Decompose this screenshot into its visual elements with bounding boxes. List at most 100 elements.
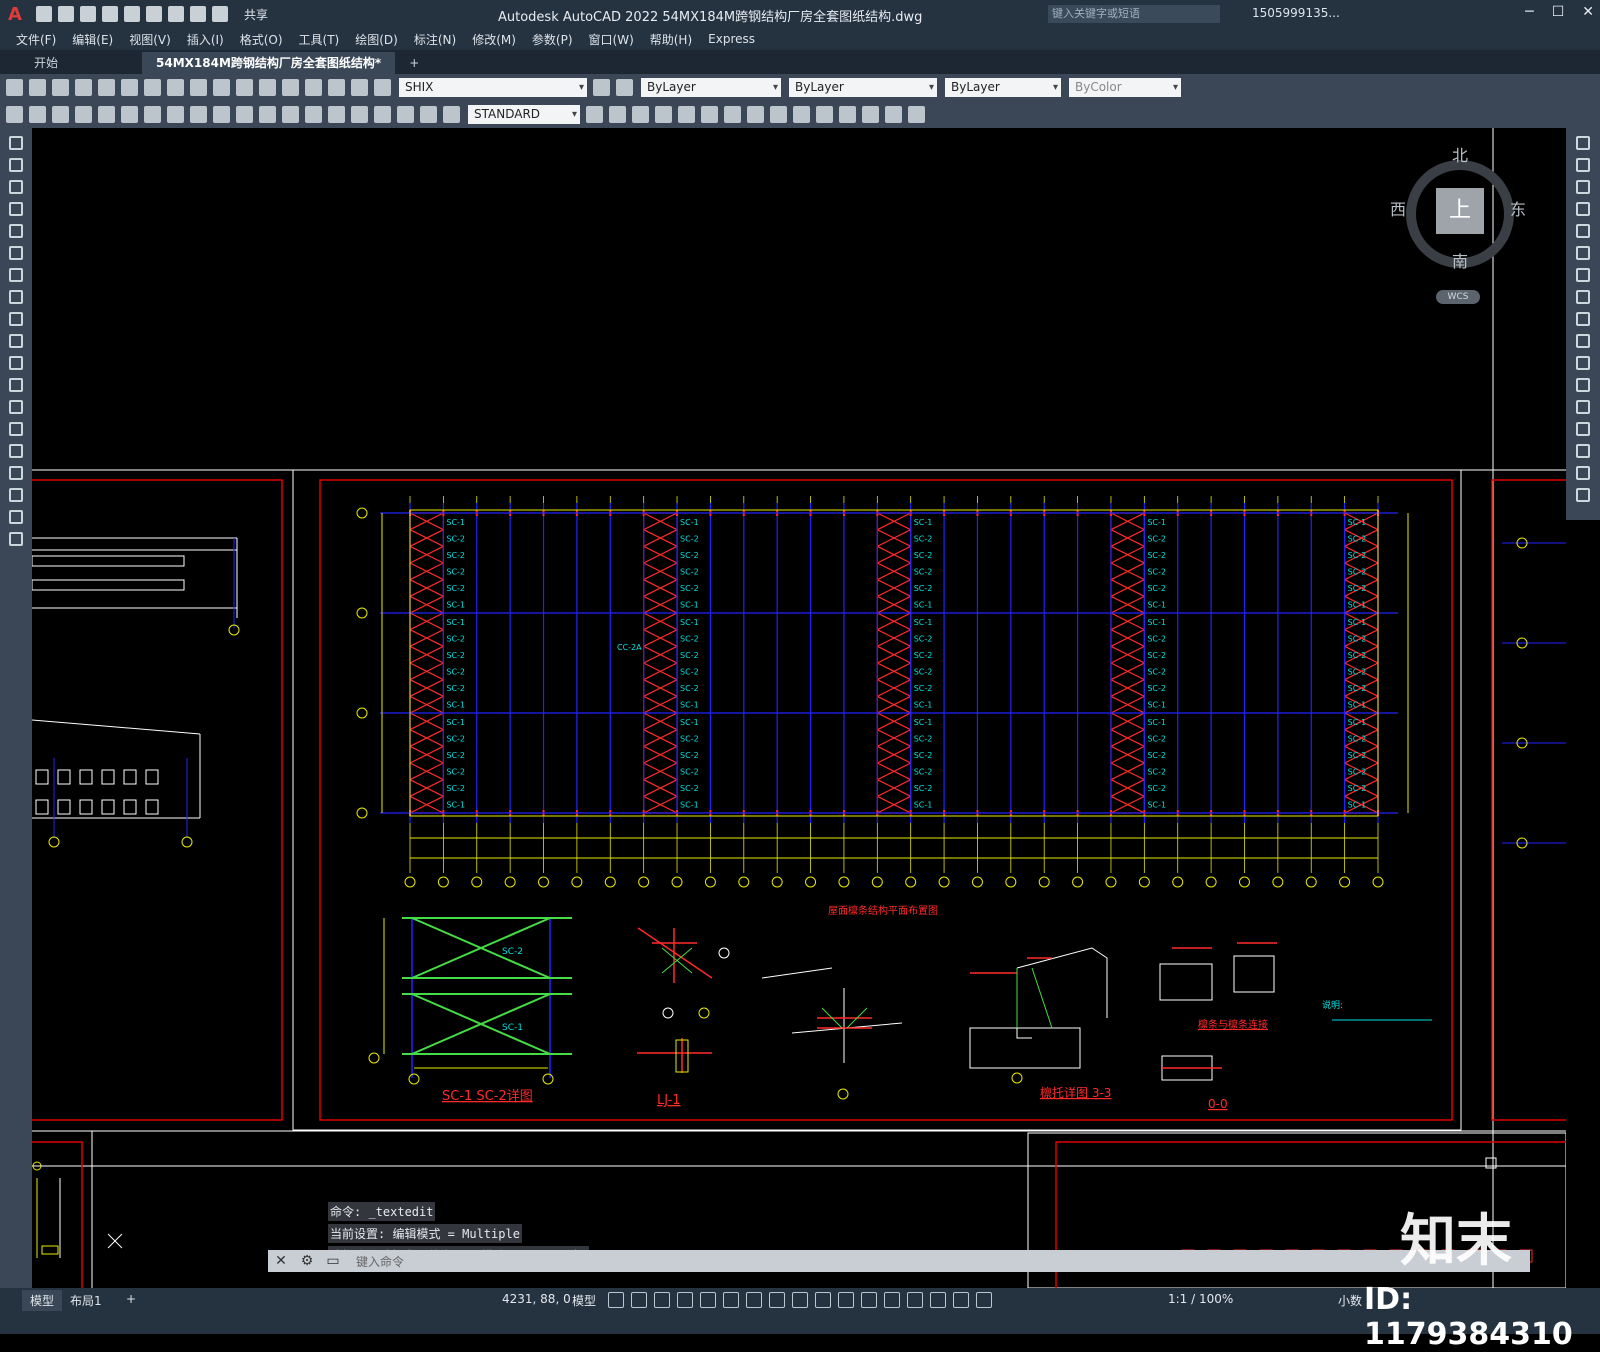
menu-dimension[interactable]: 标注(N) — [414, 31, 456, 48]
close-icon[interactable]: ✕ — [268, 1253, 294, 1269]
lineweight-dropdown[interactable]: ByLayer — [945, 77, 1061, 97]
minimize-button[interactable]: ─ — [1525, 4, 1533, 20]
rotate-icon[interactable] — [1576, 268, 1590, 282]
search-input[interactable]: 键入关键字或短语 — [1048, 5, 1220, 23]
torus-icon[interactable] — [724, 105, 741, 123]
model-space-button[interactable]: 模型 — [572, 1292, 596, 1309]
menu-help[interactable]: 帮助(H) — [650, 31, 692, 48]
dimstyle-icon[interactable] — [586, 105, 603, 123]
new-icon[interactable] — [6, 78, 23, 96]
box-icon[interactable] — [609, 105, 626, 123]
space-icon[interactable] — [259, 105, 276, 123]
viewcube-east[interactable]: 东 — [1510, 196, 1526, 220]
xline-icon[interactable] — [9, 158, 23, 172]
coordinates-readout[interactable]: 4231, 88, 0 — [502, 1292, 571, 1306]
tab-layout1[interactable]: 布局1 — [62, 1290, 110, 1311]
cut-icon[interactable] — [121, 78, 138, 96]
layer-state-icon[interactable] — [616, 78, 633, 96]
selection-filter-icon[interactable] — [884, 1292, 900, 1308]
render-icon[interactable] — [908, 105, 925, 123]
copy-icon[interactable] — [144, 78, 161, 96]
menu-file[interactable]: 文件(F) — [16, 31, 56, 48]
menu-parametric[interactable]: 参数(P) — [532, 31, 573, 48]
viewcube-top-face[interactable]: 上 — [1436, 188, 1484, 234]
arc-icon[interactable] — [9, 246, 23, 260]
linear-dim-icon[interactable] — [6, 105, 23, 123]
tab-drawing[interactable]: 54MX184M跨钢结构厂房全套图纸结构* — [142, 52, 396, 74]
undo-icon[interactable] — [213, 78, 230, 96]
pan-icon[interactable] — [259, 78, 276, 96]
menu-format[interactable]: 格式(O) — [240, 31, 283, 48]
center-mark-icon[interactable] — [328, 105, 345, 123]
aligned-dim-icon[interactable] — [29, 105, 46, 123]
jogged-linear-icon[interactable] — [374, 105, 391, 123]
slice-icon[interactable] — [793, 105, 810, 123]
spline-icon[interactable] — [9, 312, 23, 326]
redo-icon[interactable] — [236, 78, 253, 96]
line-icon[interactable] — [9, 136, 23, 150]
rectangle-icon[interactable] — [9, 224, 23, 238]
tab-add-layout[interactable]: + — [118, 1290, 144, 1308]
menu-edit[interactable]: 编辑(E) — [72, 31, 113, 48]
annotation-scale[interactable]: 1:1 / 100% — [1168, 1292, 1233, 1306]
ortho-icon[interactable] — [654, 1292, 670, 1308]
menu-draw[interactable]: 绘图(D) — [355, 31, 398, 48]
color-dropdown[interactable]: ByLayer — [641, 77, 781, 97]
diameter-icon[interactable] — [144, 105, 161, 123]
menu-insert[interactable]: 插入(I) — [187, 31, 224, 48]
edit-text-icon[interactable] — [420, 105, 437, 123]
publish-icon[interactable] — [124, 6, 140, 22]
dynamic-ucs-icon[interactable] — [861, 1292, 877, 1308]
blend-icon[interactable] — [1576, 466, 1590, 480]
inspect-icon[interactable] — [351, 105, 368, 123]
grid-icon[interactable] — [608, 1292, 624, 1308]
transparency-icon[interactable] — [792, 1292, 808, 1308]
revcloud-icon[interactable] — [9, 290, 23, 304]
array-icon[interactable] — [1576, 224, 1590, 238]
lineweight-icon[interactable] — [769, 1292, 785, 1308]
layer-dropdown[interactable]: SHIX — [399, 77, 587, 97]
quick-dim-icon[interactable] — [190, 105, 207, 123]
close-button[interactable]: ✕ — [1582, 4, 1594, 20]
scale-icon[interactable] — [1576, 290, 1590, 304]
fillet-icon[interactable] — [1576, 444, 1590, 458]
snap-icon[interactable] — [631, 1292, 647, 1308]
wcs-menu[interactable]: WCS — [1436, 290, 1480, 304]
save-as-icon[interactable] — [102, 6, 118, 22]
arc-length-icon[interactable] — [52, 105, 69, 123]
circle-icon[interactable] — [9, 268, 23, 282]
new-icon[interactable] — [36, 6, 52, 22]
chamfer-icon[interactable] — [1576, 422, 1590, 436]
isodraft-icon[interactable] — [700, 1292, 716, 1308]
table-icon[interactable] — [9, 510, 23, 524]
print-icon[interactable] — [168, 6, 184, 22]
user-account[interactable]: 1505999135... — [1252, 6, 1340, 20]
annotation-visibility-icon[interactable] — [930, 1292, 946, 1308]
hatch-icon[interactable] — [9, 444, 23, 458]
polyline-icon[interactable] — [9, 180, 23, 194]
drawing-canvas[interactable]: SC-1 SC-2 SC-2 SC-2 SC-2 SC-1 SC-1 SC-2 SC-2 SC-2… — [32, 128, 1566, 1288]
viewcube-south[interactable]: 南 — [1452, 248, 1468, 272]
region-icon[interactable] — [9, 488, 23, 502]
units-button[interactable]: 小数 — [1338, 1292, 1362, 1309]
sphere-icon[interactable] — [632, 105, 649, 123]
baseline-icon[interactable] — [213, 105, 230, 123]
autocad-logo-icon[interactable]: A — [0, 0, 30, 28]
menu-express[interactable]: Express — [708, 32, 755, 46]
angular-icon[interactable] — [167, 105, 184, 123]
maximize-button[interactable]: ☐ — [1552, 4, 1565, 20]
menu-modify[interactable]: 修改(M) — [472, 31, 516, 48]
make-block-icon[interactable] — [9, 400, 23, 414]
preview-icon[interactable] — [98, 78, 115, 96]
export-icon[interactable] — [146, 6, 162, 22]
wedge-icon[interactable] — [701, 105, 718, 123]
viewcube-north[interactable]: 北 — [1452, 142, 1468, 166]
continue-icon[interactable] — [236, 105, 253, 123]
undo-icon[interactable] — [190, 6, 206, 22]
gizmo-icon[interactable] — [907, 1292, 923, 1308]
save-icon[interactable] — [80, 6, 96, 22]
open-icon[interactable] — [29, 78, 46, 96]
trim-icon[interactable] — [1576, 334, 1590, 348]
polar-icon[interactable] — [677, 1292, 693, 1308]
zoom-icon[interactable] — [282, 78, 299, 96]
